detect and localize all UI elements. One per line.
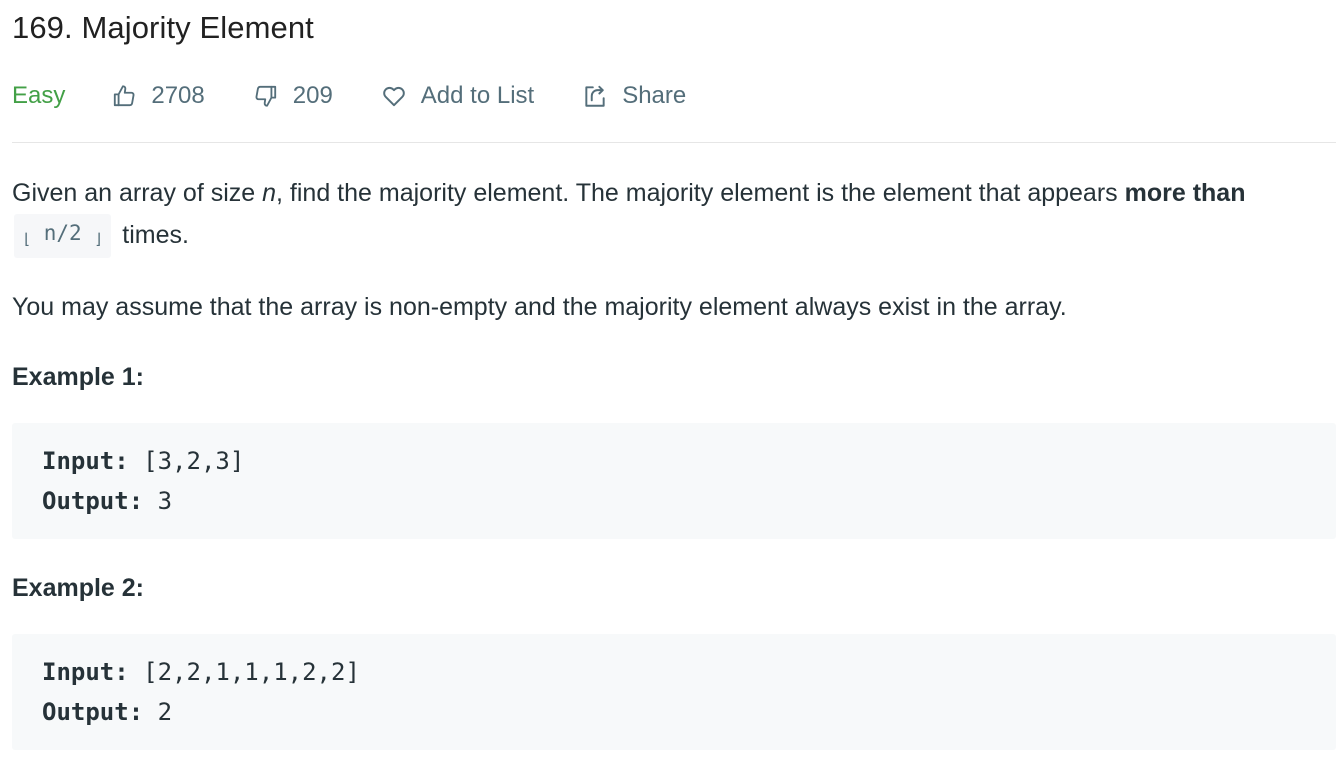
description-text: , find the majority element. The majorit… (276, 179, 1125, 207)
description-paragraph-2: You may assume that the array is non-emp… (12, 293, 1067, 322)
example-1-output-label: Output: (42, 487, 144, 516)
thumbs-down-icon (253, 83, 279, 109)
example-2-title: Example 2: (12, 574, 145, 603)
share-button[interactable]: Share (582, 82, 686, 110)
like-button[interactable]: 2708 (111, 82, 205, 110)
example-2-output-value: 2 (143, 698, 173, 727)
problem-title: 169. Majority Element (12, 10, 314, 45)
example-2-input-value: [2,2,1,1,1,2,2] (128, 658, 360, 687)
add-to-list-label: Add to List (420, 82, 535, 109)
share-icon (582, 83, 608, 109)
add-to-list-button[interactable]: Add to List (381, 82, 534, 110)
inline-code: ⌊ n/2 ⌋ (14, 214, 112, 259)
thumbs-up-icon (111, 83, 137, 109)
example-1-input-value: [3,2,3] (128, 447, 245, 476)
section-divider (12, 142, 1336, 143)
difficulty-label: Easy (12, 82, 66, 109)
inline-code-text: n/2 (43, 221, 82, 246)
heart-icon (381, 83, 407, 109)
share-label: Share (622, 82, 687, 109)
like-count: 2708 (151, 82, 205, 109)
dislike-button[interactable]: 209 (253, 82, 333, 110)
description-variable-n: n (262, 179, 277, 207)
floor-right-symbol: ⌋ (94, 230, 104, 249)
problem-page: 169. Majority Element Easy 2708 209 Add … (0, 0, 1336, 772)
example-2-output-label: Output: (42, 698, 144, 727)
description-paragraph-1: Given an array of size n, find the major… (12, 172, 1336, 259)
example-2-code-block: Input: [2,2,1,1,1,2,2] Output: 2 (12, 634, 1336, 751)
floor-left-symbol: ⌊ (22, 230, 32, 249)
example-1-input-label: Input: (42, 447, 129, 476)
description-bold-text: more than (1124, 179, 1246, 207)
problem-description: Given an array of size n, find the major… (12, 172, 1336, 751)
description-text: times. (115, 221, 189, 249)
description-text: Given an array of size (12, 179, 263, 207)
example-1-title: Example 1: (12, 363, 145, 392)
example-1-output-value: 3 (143, 487, 173, 516)
example-2-input-label: Input: (42, 658, 129, 687)
example-1-code-block: Input: [3,2,3] Output: 3 (12, 423, 1336, 540)
problem-meta-bar: Easy 2708 209 Add to List Share (12, 78, 734, 114)
dislike-count: 209 (292, 82, 333, 109)
